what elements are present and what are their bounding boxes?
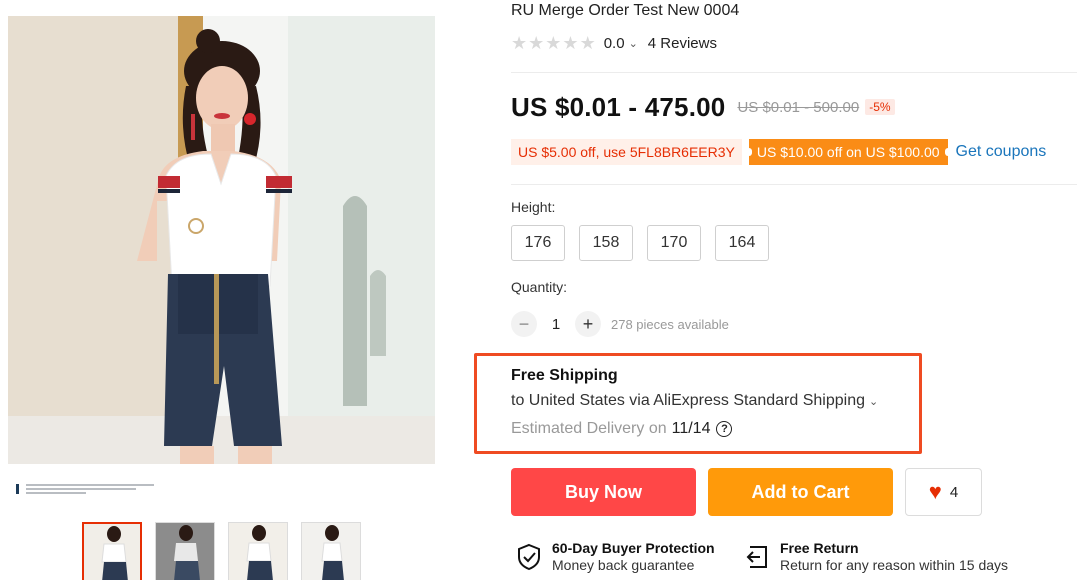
decrease-quantity-button[interactable]: − [511, 311, 537, 337]
reviews-link[interactable]: 4 Reviews [648, 35, 717, 52]
store-coupon[interactable]: US $5.00 off, use 5FL8BR6EER3Y [511, 139, 742, 165]
chevron-down-icon[interactable]: ⌄ [629, 37, 638, 50]
quantity-label: Quantity: [511, 279, 568, 295]
star-icon: ★ [579, 33, 596, 53]
free-return-title: Free Return [780, 540, 859, 556]
height-label: Height: [511, 199, 556, 215]
quantity-available: 278 pieces available [611, 316, 729, 332]
shipping-destination[interactable]: to United States via AliExpress Standard… [511, 392, 878, 410]
rating-score[interactable]: 0.0 [604, 35, 625, 52]
thumbnail-1[interactable] [82, 522, 142, 580]
price-row: US $0.01 - 475.00 US $0.01 - 500.00 -5% [511, 90, 895, 124]
buyer-protection[interactable]: 60-Day Buyer Protection Money back guara… [516, 540, 715, 574]
help-icon[interactable]: ? [716, 421, 733, 437]
estimated-delivery-date: 11/14 [671, 420, 711, 437]
estimated-delivery-label: Estimated Delivery on [511, 420, 667, 437]
shield-check-icon [518, 543, 540, 571]
chevron-down-icon[interactable]: ⌄ [869, 396, 878, 408]
free-return[interactable]: Free Return Return for any reason within… [744, 540, 1008, 574]
divider [511, 184, 1077, 185]
height-option[interactable]: 176 [511, 225, 565, 261]
quantity-stepper: − 1 + 278 pieces available [511, 311, 729, 337]
platform-coupon[interactable]: US $10.00 off on US $100.00 [745, 139, 951, 165]
current-price: US $0.01 - 475.00 [511, 91, 726, 122]
buyer-protection-subtitle: Money back guarantee [552, 557, 695, 573]
rating-stars: ★ ★ ★ ★ ★ [511, 34, 596, 52]
add-to-cart-button[interactable]: Add to Cart [708, 468, 893, 516]
height-option[interactable]: 170 [647, 225, 701, 261]
coupon-row: US $5.00 off, use 5FL8BR6EER3Y US $10.00… [511, 139, 1046, 165]
star-icon: ★ [545, 33, 562, 53]
star-icon: ★ [511, 33, 528, 53]
height-option[interactable]: 158 [579, 225, 633, 261]
star-icon: ★ [562, 33, 579, 53]
divider [511, 72, 1077, 73]
product-title: RU Merge Order Test New 0004 [511, 2, 740, 19]
free-return-subtitle: Return for any reason within 15 days [780, 557, 1009, 573]
star-icon: ★ [528, 33, 545, 53]
shipping-destination-text: to United States via AliExpress Standard… [511, 392, 865, 409]
main-product-image[interactable] [8, 16, 435, 464]
thumbnail-strip [82, 522, 372, 580]
heart-icon: ♥ [928, 479, 942, 504]
original-price: US $0.01 - 500.00 [737, 98, 860, 116]
buyer-protection-title: 60-Day Buyer Protection [552, 540, 715, 556]
thumbnail-2[interactable] [155, 522, 215, 580]
height-options: 176 158 170 164 [511, 225, 769, 261]
increase-quantity-button[interactable]: + [575, 311, 601, 337]
buy-now-button[interactable]: Buy Now [511, 468, 696, 516]
image-caption-strip [16, 484, 156, 494]
thumbnail-4[interactable] [301, 522, 361, 580]
wishlist-count: 4 [949, 483, 959, 501]
discount-badge: -5% [865, 99, 895, 115]
height-option[interactable]: 164 [715, 225, 769, 261]
rating-row: ★ ★ ★ ★ ★ 0.0 ⌄ 4 Reviews [511, 33, 717, 53]
return-box-icon [746, 546, 767, 568]
shipping-title: Free Shipping [511, 367, 618, 384]
estimated-delivery: Estimated Delivery on 11/14 ? [511, 420, 733, 438]
quantity-value[interactable]: 1 [537, 316, 575, 333]
thumbnail-3[interactable] [228, 522, 288, 580]
wishlist-button[interactable]: ♥ 4 [905, 468, 982, 516]
get-coupons-link[interactable]: Get coupons [956, 143, 1047, 161]
